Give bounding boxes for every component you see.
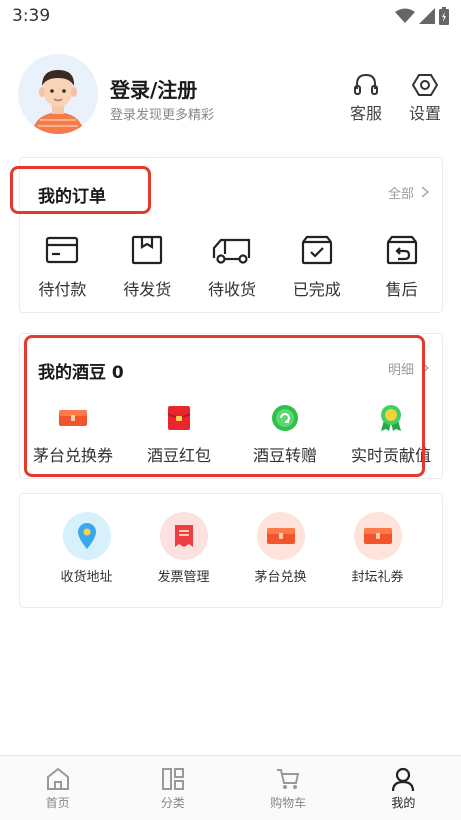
avatar[interactable] <box>18 54 98 134</box>
bean-transfer[interactable]: 酒豆转赠 <box>232 404 338 466</box>
package-box-icon <box>132 235 163 265</box>
settings-button[interactable]: 设置 <box>403 72 447 124</box>
order-label: 已完成 <box>292 280 341 299</box>
services-card: 收货地址 发票管理 茅台兑换 封坛礼券 <box>19 493 443 608</box>
bean-label: 茅台兑换券 <box>32 446 113 465</box>
bean-moutai-coupon[interactable]: 茅台兑换券 <box>20 404 126 466</box>
bottom-tab-bar: 首页 分类 购物车 我的 <box>0 755 461 820</box>
medal-icon <box>381 405 401 431</box>
tab-category[interactable]: 分类 <box>115 756 230 820</box>
tab-home[interactable]: 首页 <box>0 756 115 820</box>
cart-icon <box>277 769 300 789</box>
settings-label: 设置 <box>408 104 441 123</box>
coupon-icon <box>266 528 295 544</box>
service-label: 收货地址 <box>60 570 113 585</box>
bean-label: 实时贡献值 <box>350 446 431 465</box>
status-icons <box>395 7 449 25</box>
service-label: 发票管理 <box>157 570 210 585</box>
service-label: 茅台兑换 <box>254 570 307 585</box>
bean-label: 酒豆转赠 <box>252 446 317 465</box>
order-label: 待付款 <box>38 280 87 299</box>
bean-contribution[interactable]: 实时贡献值 <box>338 404 444 466</box>
login-register-link[interactable]: 登录/注册 <box>110 74 197 103</box>
beans-detail-link[interactable]: 明细 <box>388 359 414 378</box>
red-envelope-icon <box>167 406 191 430</box>
beans-row: 茅台兑换券 酒豆红包 酒豆转赠 实时贡献值 <box>20 404 444 466</box>
orders-card: 我的订单 全部 待付款 待发货 待收货 已完成 售后 <box>19 157 443 313</box>
invoice-icon <box>174 525 193 547</box>
location-pin-icon <box>77 523 96 549</box>
chevron-right-icon <box>421 186 430 198</box>
tab-mine[interactable]: 我的 <box>346 756 461 820</box>
service-icon-bg <box>62 512 111 560</box>
service-icon-bg <box>256 512 305 560</box>
tab-label: 首页 <box>45 796 70 810</box>
order-label: 待发货 <box>123 280 172 299</box>
home-icon <box>46 767 69 790</box>
tab-label: 购物车 <box>270 796 307 810</box>
coupon-icon <box>363 528 392 544</box>
customer-service-label: 客服 <box>349 104 382 123</box>
orders-all-link[interactable]: 全部 <box>388 183 414 202</box>
wifi-icon <box>395 8 415 23</box>
beans-title: 我的酒豆 0 <box>38 363 124 383</box>
service-label: 封坛礼券 <box>351 570 404 585</box>
delivery-truck-icon <box>212 238 251 264</box>
headset-icon <box>354 73 378 95</box>
service-address[interactable]: 收货地址 <box>38 512 135 585</box>
order-label: 售后 <box>385 280 418 299</box>
service-sealed-jar-coupon[interactable]: 封坛礼券 <box>329 512 426 585</box>
order-pending-receipt[interactable]: 待收货 <box>190 234 275 300</box>
order-label: 待收货 <box>207 280 256 299</box>
category-icon <box>161 768 184 790</box>
service-moutai-exchange[interactable]: 茅台兑换 <box>232 512 329 585</box>
profile-subtitle: 登录发现更多精彩 <box>110 108 215 123</box>
order-completed[interactable]: 已完成 <box>274 234 359 300</box>
chevron-right-icon <box>421 362 430 374</box>
service-icon-bg <box>353 512 402 560</box>
orders-title: 我的订单 <box>38 187 106 207</box>
services-row: 收货地址 发票管理 茅台兑换 封坛礼券 <box>20 512 444 585</box>
gear-icon <box>411 74 439 96</box>
order-pending-shipment[interactable]: 待发货 <box>105 234 190 300</box>
tab-label: 我的 <box>391 796 416 810</box>
beans-card: 我的酒豆 0 明细 茅台兑换券 酒豆红包 酒豆转赠 实时贡献值 <box>19 333 443 479</box>
battery-icon <box>439 7 449 25</box>
service-icon-bg <box>159 512 208 560</box>
person-icon <box>392 767 415 792</box>
transfer-icon <box>272 405 298 431</box>
customer-service-button[interactable]: 客服 <box>344 72 388 124</box>
service-invoice[interactable]: 发票管理 <box>135 512 232 585</box>
orders-row: 待付款 待发货 待收货 已完成 售后 <box>20 234 444 300</box>
bean-red-envelope[interactable]: 酒豆红包 <box>126 404 232 466</box>
bean-label: 酒豆红包 <box>146 446 211 465</box>
order-after-sales[interactable]: 售后 <box>359 234 444 300</box>
wallet-card-icon <box>46 236 79 264</box>
tab-label: 分类 <box>160 796 185 810</box>
check-box-icon <box>301 235 332 265</box>
status-time: 3:39 <box>12 6 51 26</box>
coupon-icon <box>59 410 87 426</box>
tab-cart[interactable]: 购物车 <box>231 756 346 820</box>
return-box-icon <box>386 235 417 265</box>
profile-header: 登录/注册 登录发现更多精彩 客服 设置 <box>18 54 443 134</box>
status-bar: 3:39 <box>0 0 461 32</box>
order-pending-payment[interactable]: 待付款 <box>20 234 105 300</box>
signal-icon <box>419 8 435 24</box>
